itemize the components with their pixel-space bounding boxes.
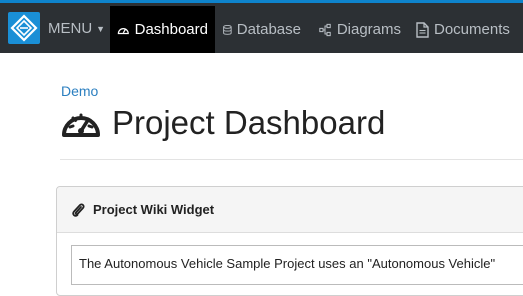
wiki-content[interactable]: The Autonomous Vehicle Sample Project us…	[71, 245, 523, 285]
diagram-icon	[319, 23, 331, 36]
top-navbar: MENU ▼ Dashboard Database Diagrams Docum…	[0, 0, 523, 53]
page-title: Project Dashboard	[60, 103, 385, 143]
wiki-widget-panel: Project Wiki Widget The Autonomous Vehic…	[56, 186, 523, 296]
menu-label: MENU	[48, 20, 93, 37]
breadcrumb-demo[interactable]: Demo	[61, 83, 98, 99]
nav-diagrams[interactable]: Diagrams	[312, 6, 408, 53]
dashboard-gauge-icon	[62, 113, 100, 137]
nav-diagrams-label: Diagrams	[336, 21, 401, 38]
logo-diamond-icon	[10, 14, 38, 42]
caret-down-icon: ▼	[96, 24, 106, 34]
wiki-widget-heading: Project Wiki Widget	[57, 187, 523, 233]
menu-button[interactable]: MENU ▼	[48, 13, 105, 45]
dashboard-gauge-icon	[117, 27, 129, 34]
document-icon	[416, 21, 429, 38]
wiki-content-text: The Autonomous Vehicle Sample Project us…	[79, 256, 496, 271]
nav-dashboard-label: Dashboard	[134, 21, 208, 38]
nav-dashboard[interactable]: Dashboard	[110, 6, 215, 53]
nav-database[interactable]: Database	[216, 6, 308, 53]
database-icon	[223, 24, 232, 35]
nav-documents[interactable]: Documents	[409, 6, 523, 53]
wiki-widget-title: Project Wiki Widget	[93, 202, 215, 217]
page-title-text: Project Dashboard	[112, 104, 386, 141]
nav-documents-label: Documents	[434, 21, 510, 38]
paperclip-icon	[72, 202, 85, 217]
nav-database-label: Database	[236, 21, 301, 38]
divider	[60, 159, 523, 160]
app-logo[interactable]	[8, 12, 40, 44]
